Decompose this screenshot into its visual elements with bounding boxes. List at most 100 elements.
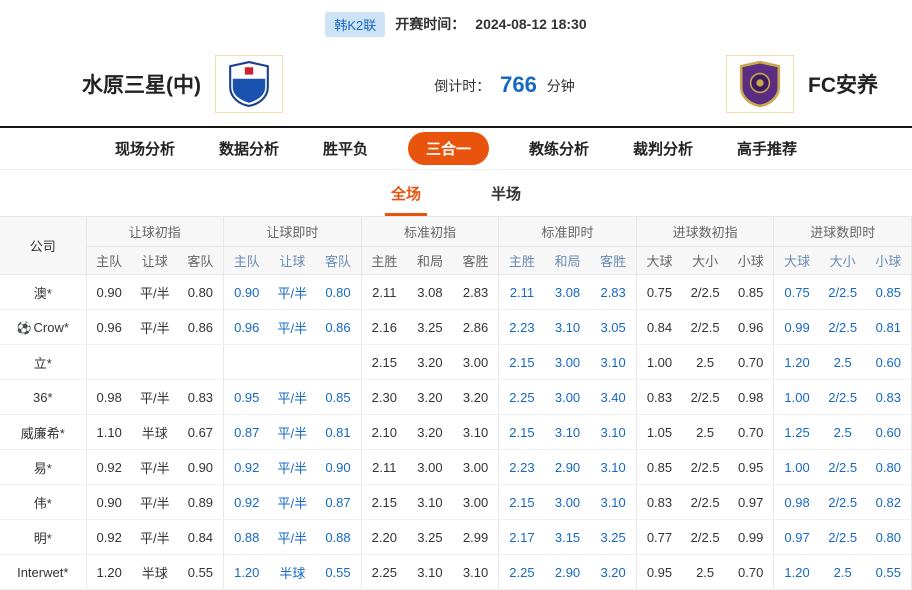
company-cell[interactable]: 威廉希* — [0, 415, 86, 450]
odds-cell: 3.08 — [545, 275, 591, 310]
odds-cell: 0.96 — [86, 310, 132, 345]
odds-cell: 2/2.5 — [682, 485, 728, 520]
odds-cell: 3.10 — [545, 415, 591, 450]
odds-cell: 0.55 — [178, 555, 224, 590]
odds-cell: 2/2.5 — [820, 275, 866, 310]
sub-header: 和局 — [545, 247, 591, 275]
odds-cell: 2/2.5 — [682, 450, 728, 485]
nav-tab-5[interactable]: 裁判分析 — [629, 132, 697, 165]
odds-cell: 平/半 — [132, 380, 178, 415]
odds-cell: 1.20 — [774, 555, 820, 590]
odds-cell: 0.85 — [866, 275, 912, 310]
odds-cell: 3.10 — [590, 415, 636, 450]
odds-cell: 1.00 — [774, 450, 820, 485]
odds-cell: 0.98 — [86, 380, 132, 415]
odds-cell: 3.00 — [453, 345, 499, 380]
odds-cell: 0.90 — [315, 450, 361, 485]
odds-cell: 平/半 — [269, 380, 315, 415]
odds-cell: 0.83 — [636, 380, 682, 415]
company-cell[interactable]: Interwet* — [0, 555, 86, 590]
company-name: Crow* — [34, 320, 69, 335]
company-name: 36* — [33, 390, 53, 405]
company-name: 立* — [34, 356, 52, 371]
odds-cell: 2.15 — [499, 415, 545, 450]
odds-cell: 1.25 — [774, 415, 820, 450]
odds-cell: 3.10 — [453, 555, 499, 590]
sub-header: 小球 — [728, 247, 774, 275]
home-team-name: 水原三星(中) — [82, 69, 201, 99]
sub-header: 客胜 — [453, 247, 499, 275]
odds-cell: 平/半 — [132, 485, 178, 520]
odds-cell: 0.85 — [636, 450, 682, 485]
company-cell[interactable]: 易* — [0, 450, 86, 485]
odds-cell: 0.80 — [315, 275, 361, 310]
odds-cell: 0.86 — [178, 310, 224, 345]
nav-tab-1[interactable]: 数据分析 — [215, 132, 283, 165]
odds-cell: 2.23 — [499, 450, 545, 485]
company-cell[interactable]: 伟* — [0, 485, 86, 520]
company-cell[interactable]: ⚽Crow* — [0, 310, 86, 345]
countdown-unit: 分钟 — [547, 78, 575, 94]
company-cell[interactable]: 澳* — [0, 275, 86, 310]
odds-cell: 平/半 — [269, 310, 315, 345]
odds-cell: 1.10 — [86, 415, 132, 450]
match-time-value: 2024-08-12 18:30 — [475, 16, 586, 32]
odds-table: 公司让球初指让球即时标准初指标准即时进球数初指进球数即时主队让球客队主队让球客队… — [0, 216, 912, 590]
odds-cell: 平/半 — [269, 275, 315, 310]
league-badge[interactable]: 韩K2联 — [325, 12, 385, 37]
odds-cell: 3.20 — [453, 380, 499, 415]
odds-cell: 0.97 — [728, 485, 774, 520]
company-column-header: 公司 — [0, 217, 86, 275]
odds-cell: 0.83 — [636, 485, 682, 520]
company-cell[interactable]: 明* — [0, 520, 86, 555]
odds-cell: 0.90 — [178, 450, 224, 485]
odds-cell: 2.15 — [499, 485, 545, 520]
odds-cell: 2.5 — [820, 345, 866, 380]
odds-cell: 3.20 — [407, 415, 453, 450]
odds-cell: 平/半 — [269, 485, 315, 520]
odds-cell: 2.5 — [682, 555, 728, 590]
odds-cell: 0.75 — [636, 275, 682, 310]
countdown-value: 766 — [500, 72, 537, 97]
odds-cell: 2.11 — [361, 275, 407, 310]
odds-cell: 0.80 — [866, 450, 912, 485]
odds-cell: 0.87 — [224, 415, 270, 450]
odds-cell — [86, 345, 132, 380]
odds-cell: 0.95 — [728, 450, 774, 485]
odds-cell: 2/2.5 — [682, 275, 728, 310]
nav-tab-2[interactable]: 胜平负 — [319, 132, 372, 165]
odds-cell — [315, 345, 361, 380]
sub-header: 大球 — [774, 247, 820, 275]
group-header-5: 进球数即时 — [774, 217, 912, 247]
odds-cell: 2.5 — [682, 345, 728, 380]
nav-tab-4[interactable]: 教练分析 — [525, 132, 593, 165]
odds-cell: 3.25 — [590, 520, 636, 555]
odds-cell: 1.05 — [636, 415, 682, 450]
subtab-0[interactable]: 全场 — [385, 173, 427, 216]
odds-cell — [269, 345, 315, 380]
home-crest-icon — [228, 61, 270, 107]
home-team-logo — [215, 55, 283, 113]
sub-header: 主胜 — [499, 247, 545, 275]
company-cell[interactable]: 36* — [0, 380, 86, 415]
odds-cell: 0.80 — [866, 520, 912, 555]
odds-cell: 0.87 — [315, 485, 361, 520]
subtab-1[interactable]: 半场 — [485, 173, 527, 216]
odds-cell: 2.90 — [545, 555, 591, 590]
nav-tab-6[interactable]: 高手推荐 — [733, 132, 801, 165]
odds-cell: 0.96 — [728, 310, 774, 345]
group-header-1: 让球即时 — [224, 217, 362, 247]
odds-cell: 0.98 — [774, 485, 820, 520]
odds-cell: 2.15 — [361, 345, 407, 380]
nav-tab-0[interactable]: 现场分析 — [111, 132, 179, 165]
odds-cell: 2.83 — [453, 275, 499, 310]
odds-cell: 0.84 — [178, 520, 224, 555]
odds-cell: 0.92 — [86, 520, 132, 555]
away-crest-icon — [739, 61, 781, 107]
nav-tab-3[interactable]: 三合一 — [408, 132, 489, 165]
away-team-name: FC安养 — [808, 69, 878, 99]
sub-header: 大小 — [820, 247, 866, 275]
company-cell[interactable]: 立* — [0, 345, 86, 380]
sub-header: 主胜 — [361, 247, 407, 275]
odds-cell: 2.5 — [682, 415, 728, 450]
